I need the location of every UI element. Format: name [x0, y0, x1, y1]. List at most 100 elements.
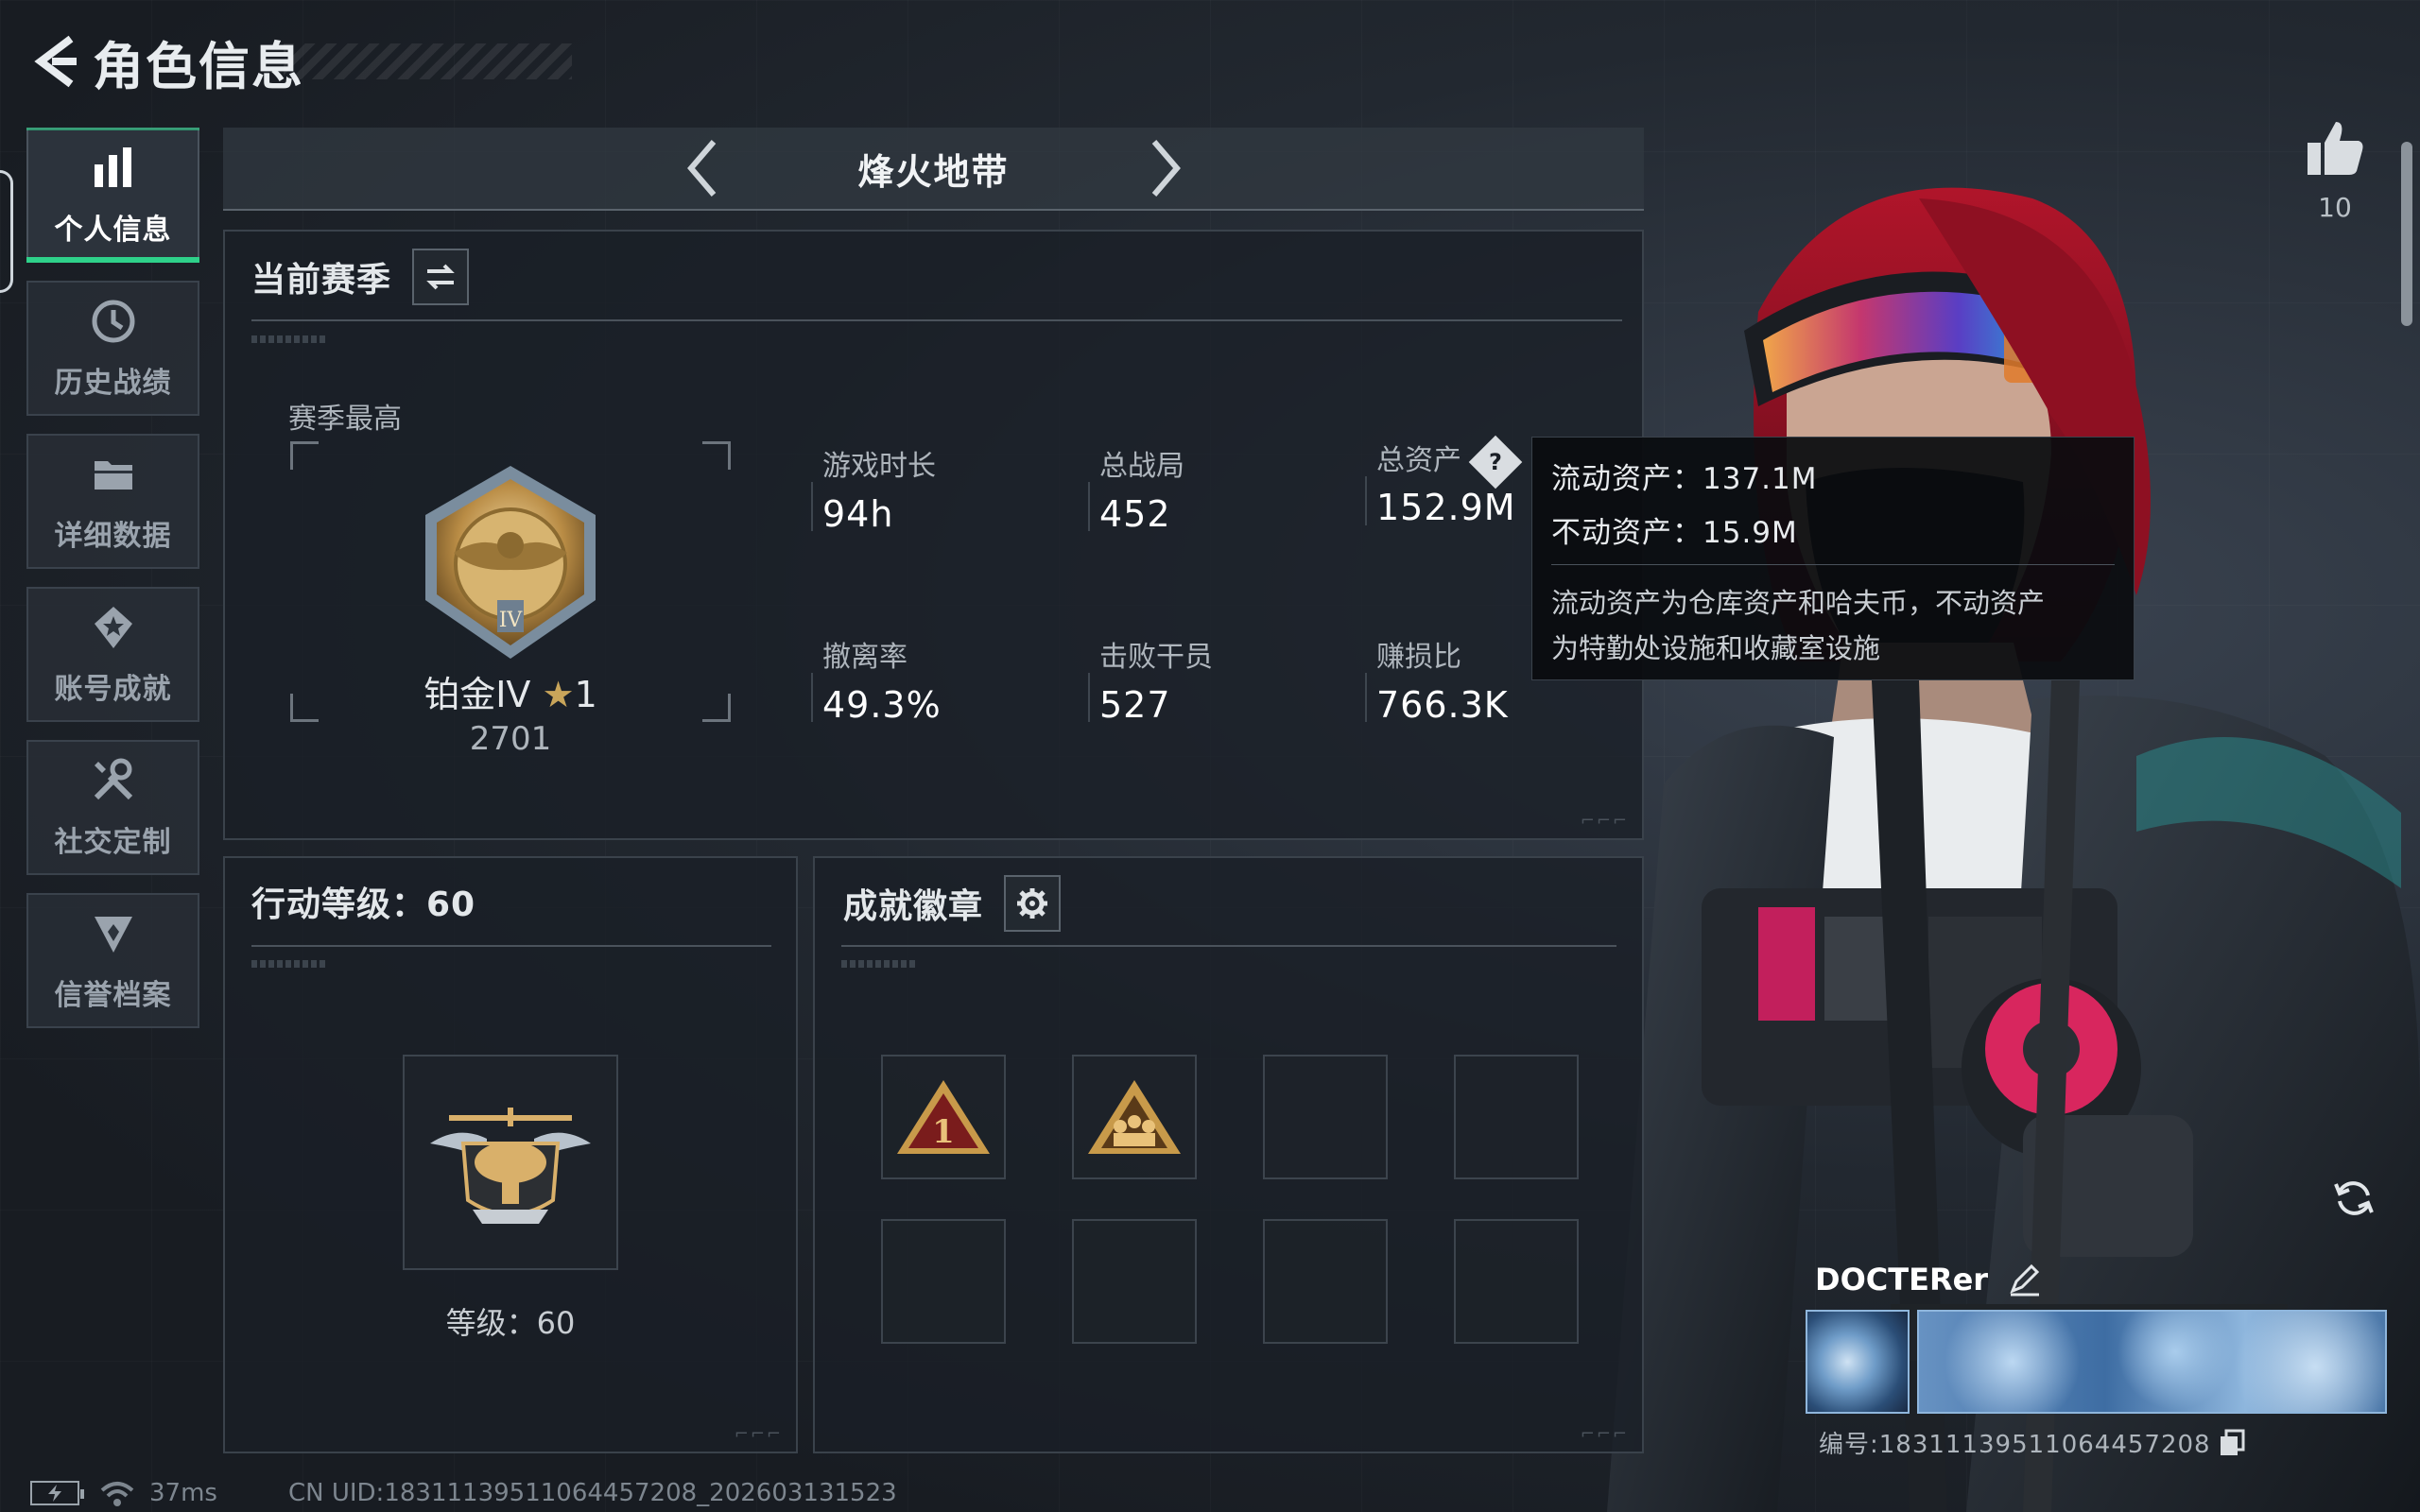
level-text: 等级：60 — [445, 1305, 576, 1341]
stat-label-text: 总资产 — [1376, 444, 1461, 477]
corner-decoration: ⌐⌐⌐ — [734, 1424, 783, 1444]
avatar-frame — [1806, 1310, 1910, 1414]
achievement-slot-empty[interactable] — [1263, 1219, 1388, 1344]
copy-icon[interactable] — [2219, 1429, 2245, 1457]
rank-title: 铂金IV — [424, 674, 531, 715]
achievement-slot-empty[interactable] — [1072, 1219, 1197, 1344]
sidebar-item-label: 社交定制 — [54, 825, 172, 859]
achievement-slot-empty[interactable] — [1454, 1219, 1579, 1344]
divider-decoration — [251, 960, 327, 968]
tooltip-fixed-assets: 不动资产：15.9M — [1551, 516, 1798, 550]
divider — [251, 945, 771, 947]
folder-icon — [94, 460, 132, 490]
action-level-title: 行动等级：60 — [251, 885, 476, 924]
rotate-view-button[interactable] — [2327, 1172, 2380, 1225]
gear-icon — [1017, 888, 1048, 919]
sidebar-item-history[interactable]: 历史战绩 — [26, 281, 199, 416]
achievement-settings-button[interactable] — [1004, 875, 1062, 932]
sidebar-item-label: 详细数据 — [54, 519, 172, 553]
achievement-slot-empty[interactable] — [1454, 1055, 1579, 1179]
chevron-right-icon — [1151, 140, 1181, 197]
assets-tooltip: 流动资产：137.1M 不动资产：15.9M 流动资产为仓库资产和哈夫币，不动资… — [1531, 437, 2135, 680]
stat-value: 527 — [1099, 684, 1171, 726]
stat-value: 94h — [822, 493, 894, 535]
corner-decoration: ⌐⌐⌐ — [1580, 1424, 1629, 1444]
title-decoration — [284, 43, 572, 79]
stat-kills: 击败干员 527 — [1088, 633, 1213, 726]
battery-icon — [30, 1481, 84, 1505]
divider-decoration — [251, 335, 327, 343]
like-button[interactable]: 10 — [2297, 118, 2373, 223]
mode-title: 烽火地带 — [857, 150, 1010, 193]
corner-decoration: ⌐⌐⌐ — [1580, 811, 1629, 831]
page-header: 角色信息 — [28, 28, 304, 96]
uid-text: CN UID:18311139511064457208_202603131523 — [287, 1479, 897, 1507]
stat-total-matches: 总战局 452 — [1088, 442, 1184, 535]
rank-stars: 1 — [574, 674, 597, 715]
player-name: DOCTERer — [1815, 1262, 2041, 1297]
stat-label: 击败干员 — [1099, 641, 1213, 674]
action-level-header: 行动等级：60 — [251, 877, 475, 934]
tooltip-desc-line1: 流动资产为仓库资产和哈夫币，不动资产 — [1551, 587, 2046, 619]
level-badge-frame[interactable] — [403, 1055, 618, 1270]
achievement-header: 成就徽章 — [843, 875, 1062, 932]
sidebar-item-label: 信誉档案 — [54, 978, 172, 1012]
thumbs-up-icon — [2308, 122, 2363, 175]
swap-icon — [426, 264, 455, 290]
stat-total-assets: 总资产? 152.9M — [1365, 435, 1523, 528]
nameplate-banner — [1917, 1310, 2387, 1414]
player-name-text: DOCTERer — [1815, 1262, 1989, 1297]
player-card[interactable] — [1806, 1310, 2387, 1414]
sidebar-item-label: 个人信息 — [54, 213, 172, 247]
divider-decoration — [841, 960, 917, 968]
like-count: 10 — [2318, 192, 2352, 223]
season-panel-header: 当前赛季 — [251, 249, 470, 305]
season-best-label: 赛季最高 — [288, 403, 402, 436]
sidebar-item-reputation[interactable]: 信誉档案 — [26, 893, 199, 1028]
stat-label: 撤离率 — [822, 641, 908, 674]
divider — [251, 319, 1622, 321]
wifi-icon — [100, 1482, 134, 1506]
chevron-left-icon — [686, 140, 716, 197]
rank-badge-icon[interactable]: IV — [406, 458, 614, 666]
rank-score: 2701 — [469, 720, 552, 758]
sidebar-item-social[interactable]: 社交定制 — [26, 740, 199, 875]
sidebar-item-personal-info[interactable]: 个人信息 — [26, 128, 199, 263]
achievement-slot[interactable]: 1 — [881, 1055, 1006, 1179]
back-button[interactable] — [28, 28, 85, 94]
edit-pencil-icon[interactable] — [2007, 1263, 2041, 1297]
stat-profit-ratio: 赚损比 766.3K — [1365, 633, 1509, 726]
rotate-icon — [2334, 1181, 2374, 1215]
reputation-icon — [94, 916, 132, 953]
page-title: 角色信息 — [93, 36, 304, 96]
sidebar-item-achievements[interactable]: 账号成就 — [26, 587, 199, 722]
next-mode-button[interactable] — [1132, 130, 1199, 206]
sidebar-item-details[interactable]: 详细数据 — [26, 434, 199, 569]
stat-play-time: 游戏时长 94h — [811, 442, 936, 535]
scrollbar[interactable] — [2401, 142, 2412, 326]
stat-value: 152.9M — [1376, 486, 1516, 528]
prev-mode-button[interactable] — [669, 130, 735, 206]
history-clock-icon — [92, 300, 134, 342]
stat-label: 游戏时长 — [822, 450, 936, 483]
side-pull-tab[interactable] — [0, 170, 13, 293]
stat-value: 49.3% — [822, 684, 942, 726]
stat-extract-rate: 撤离率 49.3% — [811, 633, 942, 726]
help-icon[interactable]: ? — [1468, 435, 1523, 489]
season-title: 当前赛季 — [251, 261, 392, 300]
player-id: 编号:18311139511064457208 — [1819, 1425, 2245, 1460]
achievement-slot-empty[interactable] — [881, 1219, 1006, 1344]
achievement-title: 成就徽章 — [843, 887, 984, 926]
rank-name: 铂金IV ★1 — [406, 665, 614, 717]
divider — [841, 945, 1616, 947]
sidebar: 个人信息 历史战绩 详细数据 账号成就 社交定制 信誉档案 — [26, 128, 201, 1046]
achievement-slot[interactable] — [1072, 1055, 1197, 1179]
tooltip-divider — [1551, 564, 2115, 565]
helicopter-badge-icon — [430, 1108, 591, 1224]
achievement-slot-empty[interactable] — [1263, 1055, 1388, 1179]
stat-label: 赚损比 — [1376, 641, 1461, 674]
rank-one-badge-icon: 1 — [897, 1080, 990, 1154]
switch-season-button[interactable] — [412, 249, 470, 305]
player-id-text: 编号:18311139511064457208 — [1819, 1431, 2211, 1459]
tools-icon — [94, 758, 132, 799]
